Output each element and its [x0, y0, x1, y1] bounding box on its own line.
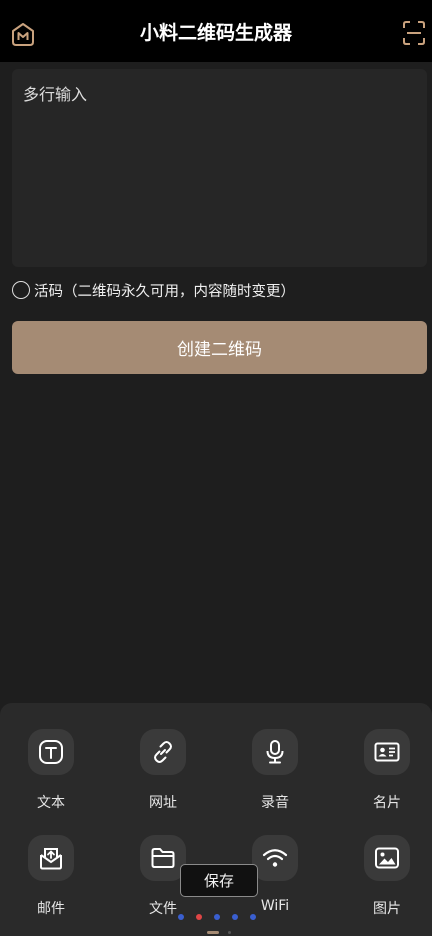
mail-icon [28, 835, 74, 881]
type-label: 图片 [373, 901, 401, 917]
type-tile-card[interactable]: 名片 [347, 729, 427, 812]
wifi-icon [252, 835, 298, 881]
type-tile-text[interactable]: 文本 [11, 729, 91, 812]
scroll-handle [207, 931, 219, 934]
type-label: 邮件 [37, 901, 65, 917]
multiline-input[interactable] [12, 69, 427, 267]
page-dot[interactable] [232, 914, 238, 920]
link-icon [140, 729, 186, 775]
type-label: WiFi [260, 898, 290, 914]
live-code-label: 活码（二维码永久可用，内容随时变更） [34, 283, 295, 300]
microphone-icon [252, 729, 298, 775]
save-toast: 保存 [180, 864, 258, 897]
type-tile-image[interactable]: 图片 [347, 835, 427, 918]
scan-icon[interactable] [402, 20, 426, 46]
page-indicator [178, 914, 268, 920]
create-qrcode-button[interactable]: 创建二维码 [12, 321, 427, 374]
page-title: 小料二维码生成器 [139, 22, 292, 44]
business-card-icon [364, 729, 410, 775]
scroll-handle-dot [228, 931, 231, 934]
type-label: 录音 [261, 795, 289, 811]
page-dot[interactable] [178, 914, 184, 920]
page-dot[interactable] [214, 914, 220, 920]
top-bar: 小料二维码生成器 [0, 0, 432, 62]
page-dot[interactable] [250, 914, 256, 920]
type-label: 文本 [37, 795, 65, 811]
type-tile-audio[interactable]: 录音 [235, 729, 315, 812]
type-tile-link[interactable]: 网址 [123, 729, 203, 812]
type-tile-mail[interactable]: 邮件 [11, 835, 91, 918]
live-code-option[interactable]: 活码（二维码永久可用，内容随时变更） [12, 279, 295, 301]
live-code-radio[interactable] [12, 281, 30, 299]
page-dot-active[interactable] [196, 914, 202, 920]
text-icon [28, 729, 74, 775]
image-icon [364, 835, 410, 881]
type-label: 名片 [373, 795, 401, 811]
type-label: 网址 [149, 795, 177, 811]
